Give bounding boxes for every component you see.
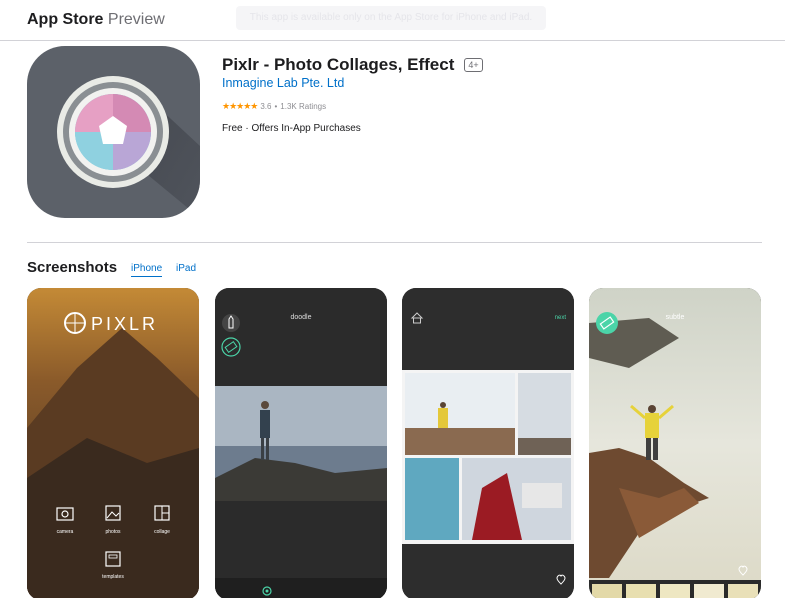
- pixlr-logo-text: PIXLR: [91, 314, 158, 334]
- brand-suffix: Preview: [107, 11, 165, 28]
- screenshot-4[interactable]: subtle: [589, 288, 761, 598]
- rating-count: 1.3K Ratings: [280, 102, 327, 111]
- screenshot-3[interactable]: next: [402, 288, 574, 598]
- camera-label: camera: [57, 529, 74, 535]
- collage-label: collage: [154, 529, 170, 535]
- subtle-title: subtle: [666, 314, 685, 321]
- availability-banner: This app is available only on the App St…: [236, 6, 546, 30]
- tab-iphone[interactable]: iPhone: [131, 263, 163, 277]
- doodle-title: doodle: [290, 314, 311, 321]
- rating-value: 3.6: [260, 102, 272, 111]
- pen-icon: [222, 314, 240, 332]
- screenshot-1[interactable]: PIXLR camera photos collage templates: [27, 288, 199, 598]
- screenshot-2[interactable]: doodle: [215, 288, 387, 598]
- section-divider: [27, 242, 762, 243]
- pixlr-logo-icon: [64, 312, 86, 334]
- next-button[interactable]: next: [555, 315, 567, 321]
- rating-stars: ★★★★★: [222, 101, 258, 111]
- app-icon: [27, 46, 200, 218]
- photos-label: photos: [105, 529, 121, 535]
- eraser-icon: [596, 312, 618, 334]
- rating-row: ★★★★★ 3.6 • 1.3K Ratings: [222, 101, 326, 112]
- tab-ipad[interactable]: iPad: [176, 263, 196, 276]
- templates-label: templates: [102, 574, 124, 580]
- top-bar: App Store Preview This app is available …: [0, 0, 785, 41]
- rating-separator: •: [274, 102, 278, 111]
- app-title: Pixlr - Photo Collages, Effect 4+: [222, 55, 483, 75]
- developer-link[interactable]: Inmagine Lab Pte. Ltd: [222, 76, 344, 90]
- price-info: Free · Offers In-App Purchases: [222, 123, 361, 134]
- age-rating-badge: 4+: [464, 58, 483, 72]
- screenshots-heading: Screenshots: [27, 259, 118, 276]
- store-brand[interactable]: App Store Preview: [27, 11, 165, 29]
- app-title-text: Pixlr - Photo Collages, Effect: [222, 55, 455, 74]
- brand-name: App Store: [27, 11, 104, 28]
